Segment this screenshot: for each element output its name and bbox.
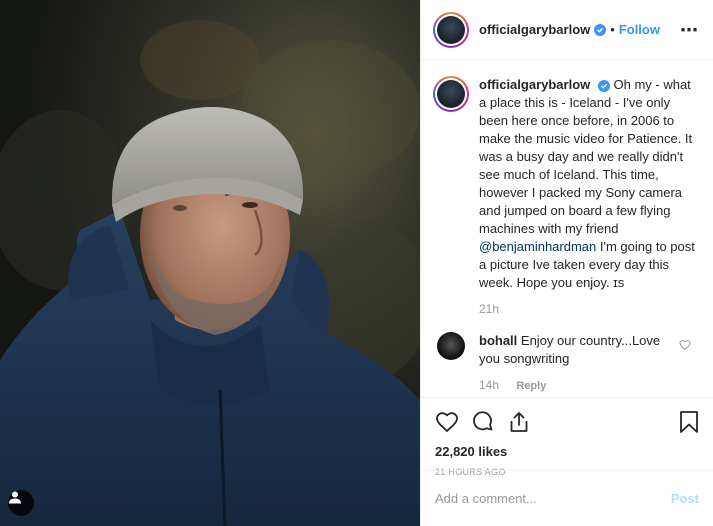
comment-bubble-icon[interactable] [471,410,495,434]
post-photo[interactable] [0,0,420,526]
caption-text: officialgarybarlow Oh my - what a place … [479,76,697,292]
action-icons [435,406,699,438]
likes-count[interactable]: 22,820 likes [435,444,699,459]
comment-item: bohall Enjoy our country...Love you song… [433,332,697,368]
portrait-illustration [0,0,420,526]
user-icon [9,491,21,504]
caption-time[interactable]: 21h [479,302,499,316]
more-options-icon[interactable]: ⋯ [680,21,699,39]
verified-badge-icon [594,23,607,36]
share-icon[interactable] [507,410,531,434]
follow-button[interactable]: Follow [619,22,660,37]
tagged-users-button[interactable] [8,490,34,516]
header-separator: • [610,22,615,37]
header-username[interactable]: officialgarybarlow [479,22,590,37]
caption-username[interactable]: officialgarybarlow [479,77,590,92]
mention-link[interactable]: @benjaminhardman [479,239,596,254]
post-header: officialgarybarlow • Follow ⋯ [421,0,713,60]
verified-badge-icon [597,80,610,92]
like-heart-icon[interactable] [435,410,459,434]
bookmark-icon[interactable] [679,410,699,434]
add-comment-bar: Post [421,470,713,526]
reply-button[interactable]: Reply [516,380,546,392]
header-avatar[interactable] [433,11,469,48]
post-side-panel: officialgarybarlow • Follow ⋯ officialga… [420,0,713,526]
comment-input[interactable] [435,491,671,506]
comment-like-heart-icon[interactable] [679,338,691,356]
comment-avatar[interactable] [437,332,465,360]
comments-list[interactable]: officialgarybarlow Oh my - what a place … [421,60,713,397]
caption-meta: 21h [479,302,697,316]
avatar-image [437,80,465,108]
comment-meta: 14h Reply [479,378,697,392]
caption-avatar[interactable] [433,76,469,112]
comment-time[interactable]: 14h [479,378,499,392]
avatar-image [437,15,465,44]
comment-text: bohall Enjoy our country...Love you song… [479,332,679,368]
post-comment-button[interactable]: Post [671,491,699,506]
caption: officialgarybarlow Oh my - what a place … [433,76,697,292]
caption-body: Oh my - what a place this is - Iceland -… [479,77,693,236]
comment-username[interactable]: bohall [479,333,517,348]
